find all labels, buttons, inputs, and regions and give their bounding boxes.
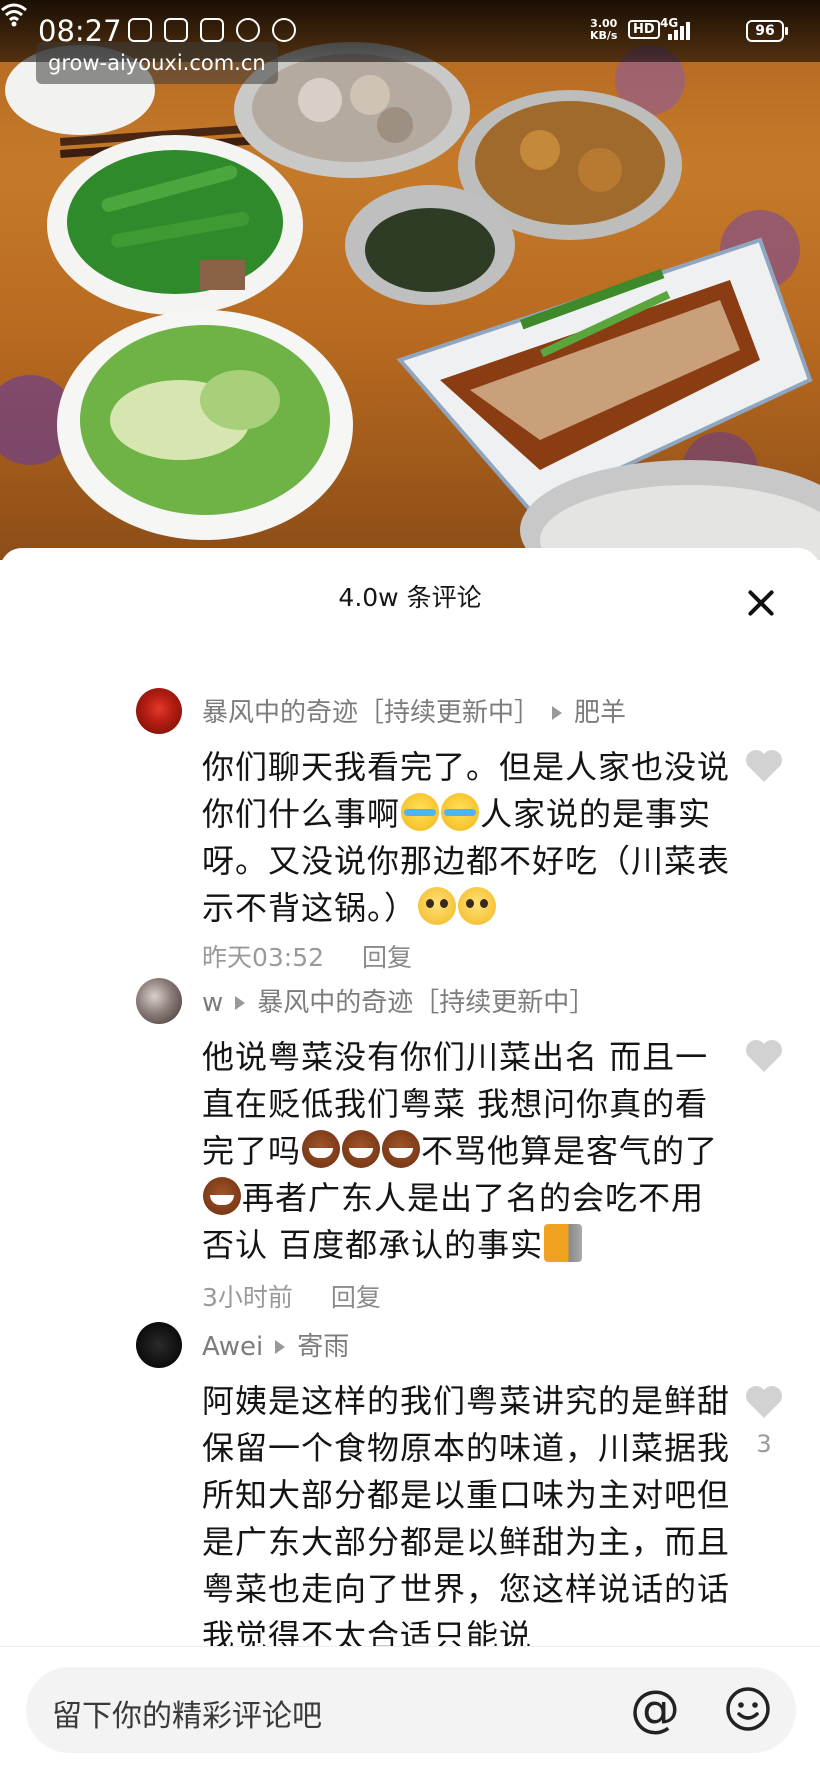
comment-input-placeholder: 留下你的精彩评论吧 (52, 1699, 322, 1734)
food-table-image (0, 42, 820, 560)
heart-icon[interactable] (744, 1038, 784, 1074)
comment-time: 昨天03:52 (202, 943, 325, 972)
avatar[interactable] (136, 1322, 182, 1368)
network-speed: 3.00 KB/s (590, 18, 617, 42)
photo-notification-icon (200, 18, 224, 42)
heart-icon[interactable] (744, 748, 784, 784)
reply-arrow-icon (235, 995, 246, 1010)
reply-arrow-icon (552, 705, 563, 720)
post-photo[interactable]: 08:27 3.00 KB/s HD 4G 96 grow-aiyouxi.co… (0, 0, 820, 560)
like-count: 3 (756, 1430, 772, 1458)
comment-input-bar: 留下你的精彩评论吧 @ (0, 1646, 820, 1780)
reply-arrow-icon (275, 1339, 286, 1354)
comment-text: 他说粤菜没有你们川菜出名 而且一直在贬低我们粤菜 我想问你真的看完了吗 不骂他算是… (202, 1034, 732, 1269)
comment-author[interactable]: Awei (202, 1332, 263, 1362)
comment-text: 阿姨是这样的我们粤菜讲究的是鲜甜保留一个食物原本的味道，川菜据我所知大部分都是以… (202, 1382, 731, 1655)
comment-meta: 3小时前 回复 (202, 1278, 381, 1314)
network-speed-unit: KB/s (590, 29, 618, 42)
grinning-emoji-icon (302, 1130, 341, 1168)
comment-reply-to[interactable]: 暴风中的奇迹［持续更新中］ (257, 988, 595, 1018)
comment-input[interactable]: 留下你的精彩评论吧 @ (26, 1667, 796, 1753)
notification-icons (128, 18, 296, 42)
grinning-emoji-icon (342, 1130, 381, 1168)
reply-button[interactable]: 回复 (331, 1283, 381, 1312)
comment-reply-to[interactable]: 肥羊 (574, 698, 626, 728)
close-icon[interactable] (746, 588, 776, 618)
comment-text-part: 再者广东人是出了名的会吃不用否认 百度都承认的事实 (202, 1179, 705, 1264)
grinning-emoji-icon (203, 1177, 241, 1215)
app-notification-icon (164, 18, 188, 42)
avatar[interactable] (136, 688, 182, 734)
cat-door-emoji-icon (544, 1224, 583, 1262)
pu-app-icon (272, 18, 296, 42)
crying-laughing-emoji-icon (441, 793, 480, 831)
pleading-emoji-icon (418, 887, 457, 925)
signal-bars-icon (668, 22, 690, 40)
comment-author-line: w 暴风中的奇迹［持续更新中］ (202, 982, 595, 1019)
crying-laughing-emoji-icon (401, 793, 440, 831)
comment-author-line: Awei 寄雨 (202, 1326, 349, 1363)
comment-text-part: 不骂他算是客气的了 (421, 1132, 719, 1170)
battery-icon: 96 (746, 20, 788, 42)
reply-button[interactable]: 回复 (362, 943, 412, 972)
grinning-emoji-icon (382, 1130, 421, 1168)
comment-author[interactable]: 暴风中的奇迹［持续更新中］ (202, 698, 540, 728)
comment-author[interactable]: w (202, 988, 223, 1018)
smile-icon[interactable] (724, 1685, 772, 1733)
comment-meta: 昨天03:52 回复 (202, 938, 412, 974)
hd-icon: HD (628, 20, 660, 39)
at-icon[interactable]: @ (630, 1681, 680, 1737)
comment-author-line: 暴风中的奇迹［持续更新中］ 肥羊 (202, 692, 626, 729)
comment-text: 你们聊天我看完了。但是人家也没说你们什么事啊 人家说的是事实呀。又没说你那边都不好… (202, 744, 732, 932)
compass-icon (236, 18, 260, 42)
pleading-emoji-icon (458, 887, 497, 925)
watermark: grow-aiyouxi.com.cn (36, 42, 278, 84)
comments-count-title: 4.0w 条评论 (338, 583, 482, 612)
comment-reply-to[interactable]: 寄雨 (297, 1332, 349, 1362)
bell-icon (128, 18, 152, 42)
wifi-icon (1, 3, 27, 27)
comment-time: 3小时前 (202, 1283, 293, 1312)
heart-icon[interactable] (744, 1384, 784, 1420)
comments-sheet: 4.0w 条评论 暴风中的奇迹［持续更新中］ 肥羊 你们聊天我看完了。但是人家也没… (0, 548, 820, 1779)
avatar[interactable] (136, 978, 182, 1024)
